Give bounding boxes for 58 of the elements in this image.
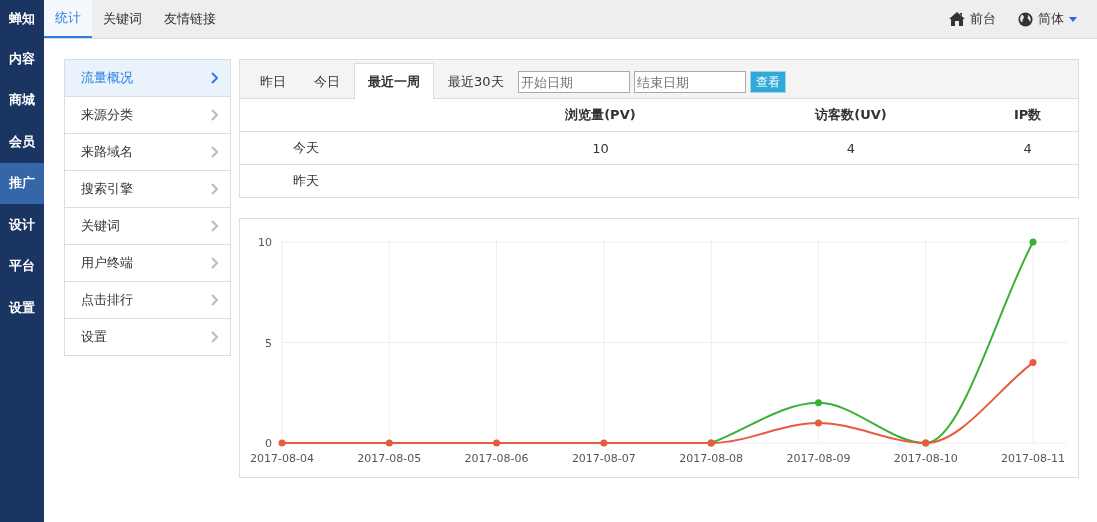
column-header: IP数	[1013, 107, 1042, 122]
top-link[interactable]: 简体	[1038, 10, 1064, 28]
point	[1029, 359, 1037, 367]
point	[814, 419, 822, 427]
top-tab[interactable]: 友情链接	[153, 0, 227, 38]
x-tick-label: 2017-08-07	[571, 452, 636, 465]
period-tab[interactable]: 今日	[300, 64, 354, 99]
x-tick-label: 2017-08-05	[357, 452, 422, 465]
chevron-icon	[211, 146, 218, 158]
nav-item[interactable]: 商城	[0, 79, 44, 121]
date-field[interactable]: 结束日期	[633, 71, 746, 93]
point	[814, 399, 822, 407]
chevron-icon	[211, 331, 218, 343]
point	[385, 439, 393, 447]
nav-item[interactable]: 平台	[0, 245, 44, 287]
table-cell: 昨天	[293, 173, 319, 188]
point	[1029, 238, 1037, 246]
top-link[interactable]: 前台	[970, 10, 996, 28]
x-tick-label: 2017-08-08	[679, 452, 744, 465]
chevron-icon	[211, 220, 218, 232]
nav-item[interactable]: 推广	[0, 162, 44, 204]
nav-item[interactable]: 设置	[0, 287, 44, 329]
period-tab[interactable]: 最近一周	[354, 63, 434, 99]
x-tick-label: 2017-08-11	[1001, 452, 1065, 465]
logo-text[interactable]: 蝉知	[0, 0, 44, 38]
globe-icon	[1018, 11, 1033, 27]
column-header: 浏览量(PV)	[565, 107, 636, 122]
top-tab[interactable]: 统计	[44, 0, 92, 38]
chevron-icon	[211, 109, 218, 121]
nav-item[interactable]: 设计	[0, 204, 44, 246]
period-tab[interactable]: 最近30天	[434, 64, 518, 99]
x-tick-label: 2017-08-04	[250, 452, 314, 465]
point	[493, 439, 501, 447]
x-tick-label: 2017-08-10	[893, 452, 958, 465]
date-field[interactable]: 开始日期	[517, 71, 630, 93]
caret-icon	[1069, 16, 1077, 22]
chevron-icon	[211, 257, 218, 269]
chevron-icon	[211, 72, 218, 84]
chevron-icon	[211, 294, 218, 306]
nav-item[interactable]: 内容	[0, 38, 44, 80]
point	[600, 439, 608, 447]
column-header: 访客数(UV)	[815, 107, 887, 122]
side-menu-item[interactable]: 流量概况	[65, 60, 230, 96]
x-tick-label: 2017-08-06	[464, 452, 529, 465]
point	[278, 439, 286, 447]
table-cell: 4	[846, 140, 856, 156]
period-tab[interactable]: 昨日	[246, 64, 300, 99]
top-tab[interactable]: 关键词	[92, 0, 153, 38]
nav-item[interactable]: 会员	[0, 121, 44, 163]
chevron-icon	[211, 183, 218, 195]
table-cell: 4	[1023, 140, 1032, 156]
y-tick-label: 5	[265, 336, 272, 350]
home-icon	[949, 12, 965, 26]
table-cell: 10	[592, 140, 609, 156]
y-tick-label: 10	[258, 236, 272, 249]
x-tick-label: 2017-08-09	[786, 452, 851, 465]
y-tick-label: 0	[265, 437, 272, 450]
table-cell: 今天	[293, 140, 319, 155]
